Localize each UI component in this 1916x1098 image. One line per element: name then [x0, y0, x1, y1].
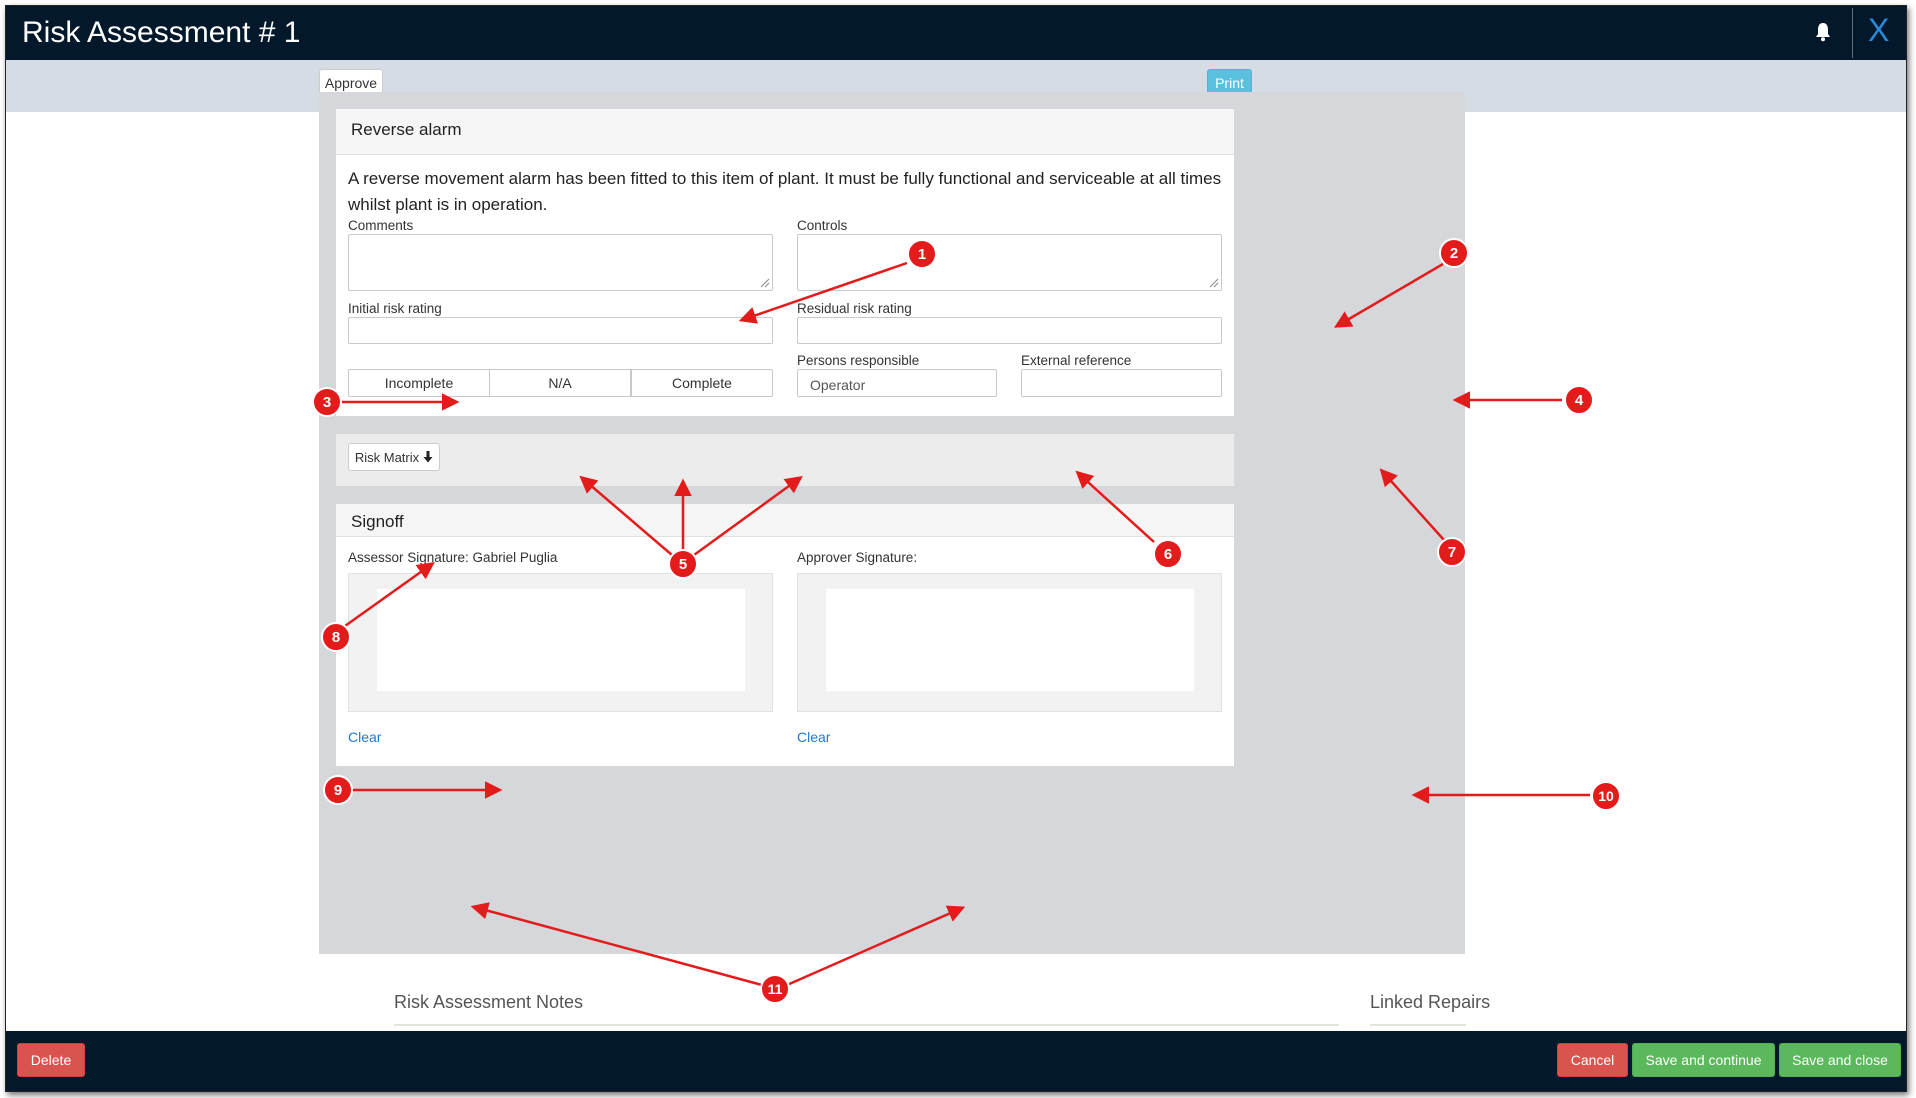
hazard-title: Reverse alarm [351, 120, 462, 139]
delete-button[interactable]: Delete [17, 1043, 85, 1077]
assessor-signature-pad[interactable] [377, 589, 745, 691]
bell-icon[interactable] [1814, 22, 1832, 42]
linked-repairs-divider [1370, 1024, 1466, 1026]
persons-responsible-value: Operator [810, 377, 866, 393]
assessor-clear-link[interactable]: Clear [348, 729, 381, 745]
assessor-signature-box [348, 573, 773, 712]
status-incomplete-button[interactable]: Incomplete [348, 369, 490, 397]
external-reference-label: External reference [1021, 353, 1132, 368]
residual-risk-label: Residual risk rating [797, 301, 912, 316]
risk-assessment-window: Risk Assessment # 1 X Approve Print Reve… [5, 5, 1907, 1092]
assessment-panel: Reverse alarm A reverse movement alarm h… [319, 92, 1465, 954]
signoff-card: Signoff Assessor Signature: Gabriel Pugl… [336, 504, 1234, 766]
signoff-card-header: Signoff [336, 504, 1234, 537]
hazard-card: Reverse alarm A reverse movement alarm h… [336, 109, 1234, 416]
risk-matrix-button[interactable]: Risk Matrix [348, 443, 440, 471]
hazard-card-header: Reverse alarm [336, 109, 1234, 155]
title-divider [1852, 8, 1853, 58]
save-and-continue-button[interactable]: Save and continue [1632, 1043, 1775, 1077]
status-complete-button[interactable]: Complete [631, 369, 773, 397]
resize-grip-icon[interactable] [1207, 276, 1219, 288]
cancel-button[interactable]: Cancel [1557, 1043, 1628, 1077]
close-button[interactable]: X [1868, 12, 1889, 49]
initial-risk-label: Initial risk rating [348, 301, 442, 316]
approver-signature-box [797, 573, 1222, 712]
comments-textarea[interactable] [348, 234, 773, 291]
persons-responsible-label: Persons responsible [797, 353, 920, 368]
risk-assessment-notes-title: Risk Assessment Notes [394, 992, 584, 1012]
initial-risk-input[interactable] [348, 317, 773, 344]
assessor-signature-label: Assessor Signature: Gabriel Puglia [348, 550, 558, 565]
approver-signature-label: Approver Signature: [797, 550, 918, 565]
external-reference-input[interactable] [1021, 369, 1222, 397]
linked-repairs-title: Linked Repairs [1370, 992, 1491, 1012]
controls-textarea[interactable] [797, 234, 1222, 291]
save-and-close-button[interactable]: Save and close [1779, 1043, 1901, 1077]
window-title: Risk Assessment # 1 [22, 16, 301, 49]
hazard-description: A reverse movement alarm has been fitted… [348, 169, 1222, 214]
risk-matrix-bar: Risk Matrix [336, 434, 1234, 486]
controls-label: Controls [797, 218, 848, 233]
approver-signature-pad[interactable] [826, 589, 1194, 691]
approver-clear-link[interactable]: Clear [797, 729, 830, 745]
residual-risk-input[interactable] [797, 317, 1222, 344]
resize-grip-icon[interactable] [758, 276, 770, 288]
comments-label: Comments [348, 218, 414, 233]
arrow-down-icon [423, 451, 433, 463]
signoff-title: Signoff [351, 512, 404, 531]
risk-matrix-label: Risk Matrix [354, 449, 420, 465]
title-bar: Risk Assessment # 1 X [6, 6, 1906, 60]
footer-bar: Delete Cancel Save and continue Save and… [6, 1031, 1906, 1091]
notes-divider [394, 1024, 1339, 1026]
persons-responsible-input[interactable]: Operator [797, 369, 997, 397]
status-na-button[interactable]: N/A [489, 369, 631, 397]
